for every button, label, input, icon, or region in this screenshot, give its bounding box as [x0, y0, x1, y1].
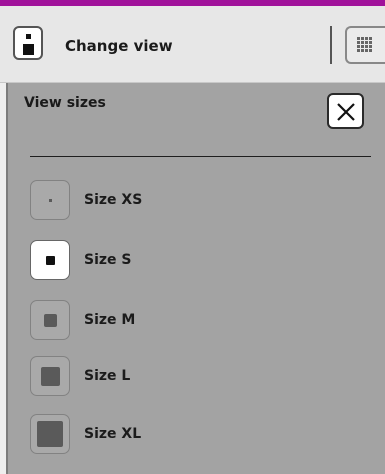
size-l-icon: [30, 356, 70, 396]
grid-menu-button[interactable]: [345, 26, 385, 64]
change-view-button[interactable]: [13, 26, 43, 60]
panel-title: View sizes: [24, 95, 106, 111]
size-xl-icon: [30, 414, 70, 454]
size-option-xs[interactable]: Size XS: [30, 180, 230, 220]
size-option-label: Size XL: [84, 426, 142, 442]
size-xs-icon: [30, 180, 70, 220]
size-option-m[interactable]: Size M: [30, 300, 230, 340]
size-option-l[interactable]: Size L: [30, 356, 230, 396]
header-bar: Change view: [0, 6, 385, 83]
app-frame: Change view View sizes Size XS Size S Si…: [0, 0, 385, 474]
size-option-label: Size M: [84, 312, 136, 328]
size-option-s[interactable]: Size S: [30, 240, 230, 280]
size-option-label: Size XS: [84, 192, 143, 208]
size-option-label: Size L: [84, 368, 131, 384]
grid-icon: [357, 37, 373, 53]
left-edge-strip: [0, 83, 8, 474]
size-s-icon: [30, 240, 70, 280]
header-title: Change view: [65, 37, 173, 55]
size-m-icon: [30, 300, 70, 340]
size-option-label: Size S: [84, 252, 132, 268]
header-divider: [330, 26, 332, 64]
close-icon: [337, 103, 355, 121]
size-option-xl[interactable]: Size XL: [30, 414, 230, 454]
panel-divider: [30, 156, 371, 157]
view-sizes-panel: View sizes Size XS Size S Size M Size L …: [8, 83, 385, 474]
close-button[interactable]: [327, 93, 364, 129]
